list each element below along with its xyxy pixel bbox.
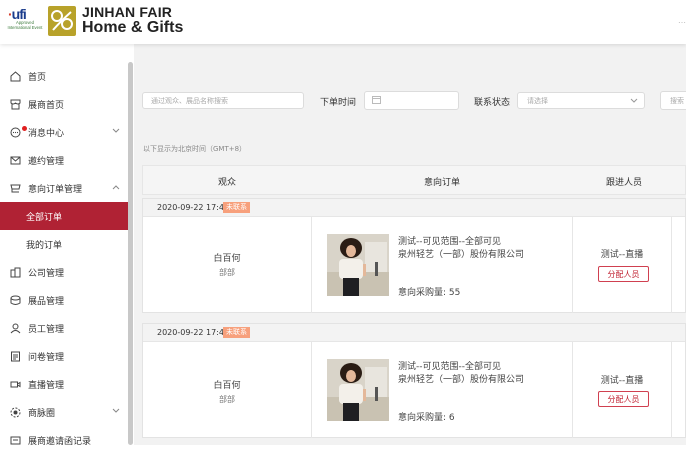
order-row-header: 2020-09-22 17:43 未联系 [143, 199, 685, 217]
top-header: ·ufi Approved International Event JINHAN… [0, 0, 686, 44]
jinhan-logo-icon [48, 6, 76, 36]
contact-status-label: 联系状态 [474, 98, 511, 108]
user-menu[interactable]: … [678, 16, 686, 25]
order-datetime: 2020-09-22 17:43 [157, 328, 230, 337]
survey-icon [9, 350, 21, 362]
product-thumbnail[interactable] [327, 234, 389, 296]
product-title[interactable]: 测试--可见范围--全部可见 [398, 359, 501, 372]
box-icon [9, 294, 21, 306]
order-time-label: 下单时间 [320, 98, 357, 108]
assign-staff-button[interactable]: 分配人员 [598, 391, 649, 407]
chevron-up-icon [112, 183, 120, 193]
sidebar-item-invitations[interactable]: 邀约管理 [0, 146, 128, 174]
sidebar-item-all-orders[interactable]: 全部订单 [0, 202, 128, 230]
order-row: 2020-09-22 17:43 未联系 白百何 部部 测试--可见范围--全部… [142, 323, 686, 438]
status-badge: 未联系 [223, 202, 250, 213]
invite-icon [9, 434, 21, 446]
ufi-logo: ·ufi Approved International Event [7, 6, 43, 30]
audience-name: 白百何 [213, 381, 241, 391]
chevron-down-icon [630, 98, 638, 106]
brand-title: JINHAN FAIR [82, 4, 173, 20]
audience-name: 白百何 [213, 254, 241, 264]
audience-department: 部部 [219, 268, 235, 277]
company-name: 泉州轻艺（一部）股份有限公司 [398, 250, 525, 260]
sidebar-item-intent-orders[interactable]: 意向订单管理 [0, 174, 128, 202]
sidebar-item-network[interactable]: 商脉圈 [0, 398, 128, 426]
sidebar-item-messages[interactable]: 消息中心 [0, 118, 128, 146]
table-header: 观众 意向订单 跟进人员 [142, 165, 686, 195]
audience-department: 部部 [219, 395, 235, 404]
chevron-down-icon [112, 407, 120, 417]
purchase-quantity: 意向采购量: 55 [398, 288, 461, 298]
column-divider [311, 341, 312, 438]
search-button[interactable]: 搜索 [660, 91, 686, 110]
assign-staff-button[interactable]: 分配人员 [598, 266, 649, 282]
contact-status-select[interactable]: 请选择 [517, 92, 645, 109]
column-divider [572, 216, 573, 313]
calendar-icon [372, 95, 381, 106]
cart-icon [9, 182, 21, 194]
sidebar-item-company[interactable]: 公司管理 [0, 258, 128, 286]
product-title[interactable]: 测试--可见范围--全部可见 [398, 234, 501, 247]
user-icon [9, 322, 21, 334]
sidebar-scrollbar[interactable] [128, 62, 133, 445]
video-icon [9, 378, 21, 390]
column-header-audience: 观众 [218, 178, 237, 188]
sidebar-item-my-orders[interactable]: 我的订单 [0, 230, 128, 258]
sidebar-item-live[interactable]: 直播管理 [0, 370, 128, 398]
column-divider [671, 341, 672, 438]
shop-icon [9, 98, 21, 110]
follower-name: 测试--直播 [600, 250, 644, 260]
status-badge: 未联系 [223, 327, 250, 338]
sidebar-item-invite-records[interactable]: 展商邀请函记录 [0, 426, 128, 454]
building-icon [9, 266, 21, 278]
search-input[interactable]: 通过观众、展品名称搜索 [142, 92, 304, 109]
order-time-picker[interactable] [364, 91, 459, 110]
column-divider [572, 341, 573, 438]
order-datetime: 2020-09-22 17:43 [157, 203, 230, 212]
sidebar-item-staff[interactable]: 员工管理 [0, 314, 128, 342]
sidebar-item-exhibits[interactable]: 展品管理 [0, 286, 128, 314]
follower-name: 测试--直播 [600, 376, 644, 386]
timezone-note: 以下显示为北京时间（GMT+8） [143, 145, 247, 153]
unread-dot [22, 126, 27, 131]
chevron-down-icon [112, 127, 120, 137]
column-header-follower: 跟进人员 [606, 178, 643, 188]
order-row: 2020-09-22 17:43 未联系 白百何 部部 测试--可见范围--全部… [142, 198, 686, 313]
brand-subtitle: Home & Gifts [82, 19, 184, 36]
purchase-quantity: 意向采购量: 6 [398, 413, 455, 423]
order-row-header: 2020-09-22 17:43 未联系 [143, 324, 685, 342]
column-header-intent-order: 意向订单 [424, 178, 461, 188]
mail-icon [9, 154, 21, 166]
message-icon [9, 126, 21, 138]
network-icon [9, 406, 21, 418]
company-name: 泉州轻艺（一部）股份有限公司 [398, 375, 525, 385]
home-icon [9, 70, 21, 82]
sidebar-item-home[interactable]: 首页 [0, 62, 128, 90]
product-thumbnail[interactable] [327, 359, 389, 421]
sidebar-item-exhibitor-home[interactable]: 展商首页 [0, 90, 128, 118]
column-divider [311, 216, 312, 313]
column-divider [671, 216, 672, 313]
sidebar-item-survey[interactable]: 问卷管理 [0, 342, 128, 370]
